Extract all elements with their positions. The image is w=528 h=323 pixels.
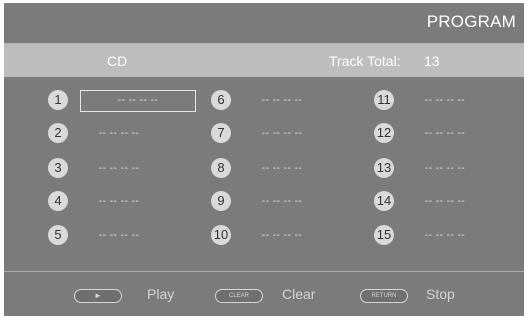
slot-track-value: -- -- -- -- xyxy=(261,128,303,139)
source-label: CD xyxy=(107,53,128,69)
slot-track-value: -- -- -- -- xyxy=(424,196,466,207)
slot-number-badge: 2 xyxy=(48,123,68,143)
slot-track-value: -- -- -- -- xyxy=(424,128,466,139)
slot-track-value: -- -- -- -- xyxy=(80,90,196,112)
slot-number-badge: 5 xyxy=(48,225,68,245)
clear-label: Clear xyxy=(282,286,316,302)
stop-label: Stop xyxy=(426,286,455,302)
slot-track-value: -- -- -- -- xyxy=(424,230,466,241)
slot-number-badge: 8 xyxy=(211,158,231,178)
slot-track-value: -- -- -- -- xyxy=(424,163,466,174)
track-total-label: Track Total: xyxy=(329,53,401,69)
slot-track-value: -- -- -- -- xyxy=(98,128,140,139)
play-icon: ► xyxy=(94,291,102,300)
slot-number-badge: 14 xyxy=(374,191,394,211)
play-button[interactable]: ► xyxy=(74,289,122,303)
footer-divider xyxy=(4,271,524,272)
slot-number-badge: 4 xyxy=(48,191,68,211)
slot-number-badge: 1 xyxy=(48,90,68,110)
slot-number-badge: 11 xyxy=(374,90,394,110)
slot-track-value: -- -- -- -- xyxy=(424,95,466,106)
slot-track-value: -- -- -- -- xyxy=(261,163,303,174)
slot-number-badge: 15 xyxy=(374,225,394,245)
slot-number-badge: 9 xyxy=(211,191,231,211)
slot-number-badge: 13 xyxy=(374,158,394,178)
play-label: Play xyxy=(147,286,175,302)
slot-number-badge: 6 xyxy=(211,90,231,110)
return-button-text: RETURN xyxy=(371,293,397,299)
slot-number-badge: 7 xyxy=(211,123,231,143)
slot-track-value: -- -- -- -- xyxy=(261,230,303,241)
screen-title: PROGRAM xyxy=(426,12,516,31)
slot-track-value: -- -- -- -- xyxy=(98,163,140,174)
return-button[interactable]: RETURN xyxy=(360,289,408,303)
clear-button[interactable]: CLEAR xyxy=(215,289,263,303)
slot-number-badge: 3 xyxy=(48,158,68,178)
program-screen: PROGRAM CD Track Total: 13 1 -- -- -- --… xyxy=(4,3,524,316)
slot-track-value: -- -- -- -- xyxy=(98,196,140,207)
clear-button-text: CLEAR xyxy=(228,293,249,299)
slot-number-badge: 12 xyxy=(374,123,394,143)
program-header: CD Track Total: 13 xyxy=(4,44,524,77)
slot-track-value: -- -- -- -- xyxy=(261,196,303,207)
slot-track-value: -- -- -- -- xyxy=(98,230,140,241)
slot-track-value: -- -- -- -- xyxy=(261,95,303,106)
track-total-value: 13 xyxy=(424,53,440,69)
slot-number-badge: 10 xyxy=(211,225,231,245)
